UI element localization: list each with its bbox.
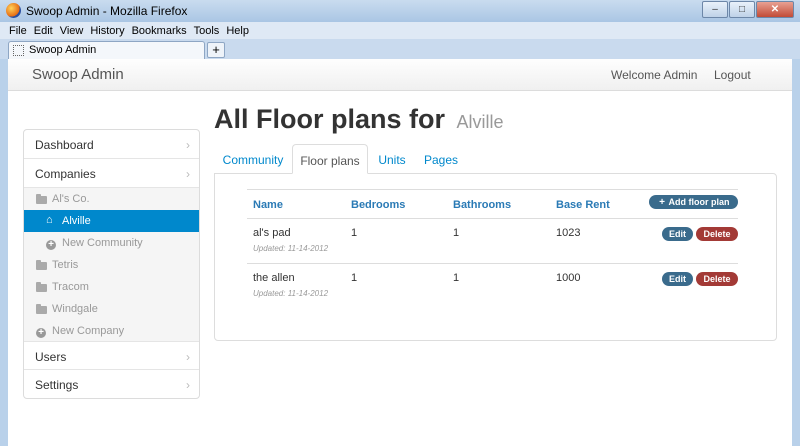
sidebar-item-companies[interactable]: Companies ›	[24, 159, 199, 188]
tab-floor-plans[interactable]: Floor plans	[292, 144, 368, 174]
column-header-name[interactable]: Name	[253, 199, 283, 211]
welcome-link[interactable]: Welcome Admin	[611, 68, 697, 82]
window-controls: – □ ✕	[701, 1, 794, 18]
chevron-right-icon: ›	[186, 350, 190, 364]
window-titlebar: Swoop Admin - Mozilla Firefox – □ ✕	[0, 0, 800, 22]
tab-units[interactable]: Units	[370, 144, 414, 174]
home-icon: ⌂	[46, 214, 53, 226]
companies-submenu: Al's Co. ⌂ Alville + New Community Tetri…	[24, 188, 199, 341]
sidebar-item-label: Companies	[35, 167, 96, 181]
minimize-button[interactable]: –	[702, 1, 728, 18]
add-floor-plan-button[interactable]: + Add floor plan	[649, 195, 738, 209]
browser-tab[interactable]: Swoop Admin	[8, 41, 205, 59]
menu-edit[interactable]: Edit	[34, 25, 53, 37]
submenu-label: Alville	[62, 215, 91, 227]
page-viewport: Swoop Admin Welcome Admin Logout Dashboa…	[8, 59, 792, 446]
add-floor-plan-label: Add floor plan	[668, 197, 730, 207]
page-subtitle: Alville	[456, 112, 504, 132]
delete-button[interactable]: Delete	[696, 227, 738, 241]
floor-plan-name: the allen	[253, 272, 295, 284]
firefox-icon	[6, 3, 21, 18]
menu-view[interactable]: View	[60, 25, 84, 37]
table-divider	[247, 189, 738, 190]
company-als-co[interactable]: Al's Co.	[24, 188, 199, 210]
bedrooms-value: 1	[351, 227, 358, 239]
updated-date: Updated: 11-14-2012	[253, 244, 329, 253]
tab-pages[interactable]: Pages	[416, 144, 466, 174]
sidebar-item-users[interactable]: Users ›	[24, 341, 199, 370]
window-title: Swoop Admin - Mozilla Firefox	[26, 4, 188, 18]
submenu-label: Tracom	[52, 281, 89, 293]
column-header-base-rent[interactable]: Base Rent	[556, 199, 610, 211]
page-title-text: All Floor plans for	[214, 104, 446, 134]
chevron-right-icon: ›	[186, 167, 190, 181]
delete-button[interactable]: Delete	[696, 272, 738, 286]
submenu-label: New Community	[62, 237, 143, 249]
new-tab-button[interactable]: +	[207, 42, 225, 58]
menu-help[interactable]: Help	[226, 25, 249, 37]
sidebar-item-settings[interactable]: Settings ›	[24, 370, 199, 398]
bathrooms-value: 1	[453, 272, 460, 284]
folder-icon	[36, 282, 47, 295]
close-button[interactable]: ✕	[756, 1, 794, 18]
browser-tabbar: Swoop Admin +	[0, 39, 800, 59]
company-tracom[interactable]: Tracom	[24, 276, 199, 298]
folder-icon	[36, 260, 47, 273]
edit-button[interactable]: Edit	[662, 227, 693, 241]
folder-icon	[36, 304, 47, 317]
menu-file[interactable]: File	[9, 25, 27, 37]
updated-date: Updated: 11-14-2012	[253, 289, 329, 298]
column-header-bathrooms[interactable]: Bathrooms	[453, 199, 511, 211]
plus-icon: +	[659, 197, 665, 208]
menu-bookmarks[interactable]: Bookmarks	[132, 25, 187, 37]
submenu-label: Al's Co.	[52, 193, 90, 205]
navbar: Swoop Admin Welcome Admin Logout	[8, 59, 792, 91]
tab-community[interactable]: Community	[214, 144, 292, 174]
page-icon	[13, 45, 24, 56]
community-alville[interactable]: ⌂ Alville	[24, 210, 199, 232]
table-divider	[247, 263, 738, 264]
chevron-right-icon: ›	[186, 378, 190, 392]
sidebar: Dashboard › Companies › Al's Co. ⌂ Alvil…	[23, 129, 200, 399]
base-rent-value: 1000	[556, 272, 581, 284]
bedrooms-value: 1	[351, 272, 358, 284]
sidebar-item-label: Dashboard	[35, 138, 94, 152]
new-community-link[interactable]: + New Community	[24, 232, 199, 254]
bathrooms-value: 1	[453, 227, 460, 239]
sidebar-item-dashboard[interactable]: Dashboard ›	[24, 130, 199, 159]
table-divider	[247, 218, 738, 219]
sidebar-item-label: Settings	[35, 378, 79, 392]
browser-tab-title: Swoop Admin	[29, 44, 97, 56]
logout-link[interactable]: Logout	[714, 68, 751, 82]
edit-button[interactable]: Edit	[662, 272, 693, 286]
menubar: File Edit View History Bookmarks Tools H…	[0, 22, 800, 39]
company-tetris[interactable]: Tetris	[24, 254, 199, 276]
submenu-label: Tetris	[52, 259, 79, 271]
base-rent-value: 1023	[556, 227, 581, 239]
floor-plans-panel: Name Bedrooms Bathrooms Base Rent + Add f…	[214, 173, 777, 341]
submenu-label: New Company	[52, 325, 125, 337]
brand[interactable]: Swoop Admin	[32, 66, 124, 83]
menu-tools[interactable]: Tools	[194, 25, 220, 37]
section-tabs: Community Floor plans Units Pages	[214, 144, 777, 174]
submenu-label: Windgale	[52, 303, 98, 315]
maximize-button[interactable]: □	[729, 1, 755, 18]
column-header-bedrooms[interactable]: Bedrooms	[351, 199, 405, 211]
menu-history[interactable]: History	[90, 25, 124, 37]
plus-circle-icon: +	[36, 326, 46, 338]
new-company-link[interactable]: + New Company	[24, 320, 199, 342]
chevron-right-icon: ›	[186, 138, 190, 152]
plus-circle-icon: +	[46, 238, 56, 250]
page-title: All Floor plans for Alville	[214, 104, 504, 135]
floor-plan-name: al's pad	[253, 227, 291, 239]
folder-icon	[36, 194, 47, 207]
company-windgale[interactable]: Windgale	[24, 298, 199, 320]
sidebar-item-label: Users	[35, 350, 67, 364]
